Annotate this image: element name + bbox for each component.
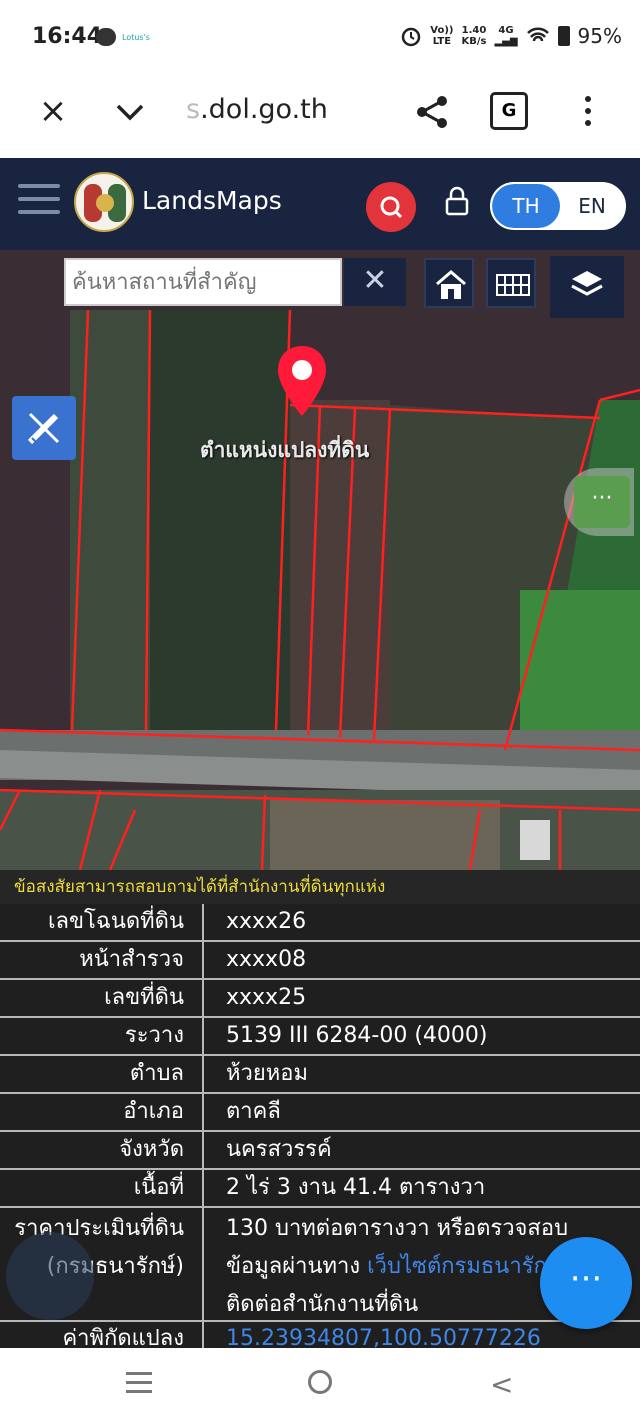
department-logo bbox=[74, 172, 134, 232]
table-row: จังหวัด นครสวรรค์ bbox=[0, 1132, 640, 1170]
wifi-icon bbox=[526, 27, 549, 42]
table-row: เลขโฉนดที่ดิน xxxx26 bbox=[0, 904, 640, 942]
table-row: เลขที่ดิน xxxx25 bbox=[0, 980, 640, 1018]
chat-notification-icon bbox=[96, 28, 116, 46]
row-value: นครสวรรค์ bbox=[226, 1137, 332, 1162]
row-value: ตาคลี bbox=[226, 1099, 281, 1124]
status-bar: 16:44 Lotus's Vo)) LTE 1.40 KB/s 4G ▂▄▆ 95% bbox=[0, 0, 640, 78]
volte-indicator: Vo)) LTE bbox=[430, 25, 454, 47]
layers-button[interactable] bbox=[550, 256, 624, 318]
row-label: เลขโฉนดที่ดิน bbox=[0, 904, 204, 940]
translate-icon[interactable]: G bbox=[490, 92, 528, 130]
grid-icon bbox=[496, 274, 530, 296]
info-notice: ข้อสงสัยสามารถสอบถามได้ที่สำนักงานที่ดิน… bbox=[0, 870, 640, 904]
row-value: xxxx08 bbox=[226, 947, 307, 972]
chevron-down-icon[interactable] bbox=[112, 96, 148, 126]
table-row: ระวาง 5139 III 6284-00 (4000) bbox=[0, 1018, 640, 1056]
layers-icon bbox=[571, 271, 603, 296]
system-nav-bar: < bbox=[0, 1348, 640, 1416]
row-label: ระวาง bbox=[0, 1018, 204, 1054]
row-value: 5139 III 6284-00 (4000) bbox=[226, 1023, 488, 1048]
side-panel-toggle[interactable]: ··· bbox=[564, 468, 634, 536]
battery-icon bbox=[557, 26, 570, 46]
lang-th-button[interactable]: TH bbox=[492, 184, 560, 228]
language-toggle: TH EN bbox=[490, 182, 626, 230]
lock-icon[interactable] bbox=[444, 186, 470, 216]
background-fab bbox=[6, 1232, 94, 1320]
row-label: หน้าสำรวจ bbox=[0, 942, 204, 978]
location-pin-icon[interactable] bbox=[274, 344, 330, 420]
home-button[interactable] bbox=[424, 258, 474, 308]
home-nav-icon[interactable] bbox=[308, 1370, 332, 1394]
search-button[interactable] bbox=[366, 182, 416, 232]
ruler-pencil-icon bbox=[27, 412, 60, 445]
table-row: หน้าสำรวจ xxxx08 bbox=[0, 942, 640, 980]
battery-level: 95% bbox=[577, 24, 622, 48]
place-search-box bbox=[64, 258, 342, 306]
more-options-icon[interactable] bbox=[576, 92, 600, 132]
clear-search-button[interactable]: ✕ bbox=[344, 258, 406, 306]
map-view[interactable]: ✕ ตำแหน่งแปลงที่ดิน ··· bbox=[0, 250, 640, 870]
satellite-map bbox=[0, 250, 640, 870]
place-search-input[interactable] bbox=[66, 260, 340, 304]
alarm-icon bbox=[402, 27, 421, 47]
url-bar[interactable]: s.dol.go.th bbox=[186, 94, 328, 125]
table-row: เนื้อที่ 2 ไร่ 3 งาน 41.4 ตารางวา bbox=[0, 1170, 640, 1208]
lang-en-button[interactable]: EN bbox=[560, 184, 624, 228]
close-tab-button[interactable]: × bbox=[36, 94, 70, 128]
lotus-notification-icon: Lotus's bbox=[122, 33, 150, 42]
table-row: อำเภอ ตาคลี bbox=[0, 1094, 640, 1132]
browser-toolbar: × s.dol.go.th G bbox=[0, 78, 640, 158]
row-value: ห้วยหอม bbox=[226, 1061, 308, 1086]
table-row: ตำบล ห้วยหอม bbox=[0, 1056, 640, 1094]
share-icon[interactable] bbox=[412, 92, 452, 132]
row-label: ตำบล bbox=[0, 1056, 204, 1092]
row-label: อำเภอ bbox=[0, 1094, 204, 1130]
grid-button[interactable] bbox=[486, 258, 536, 308]
network-speed: 1.40 KB/s bbox=[461, 25, 487, 47]
back-icon[interactable]: < bbox=[490, 1368, 513, 1401]
pin-label: ตำแหน่งแปลงที่ดิน bbox=[200, 438, 370, 462]
row-label: เนื้อที่ bbox=[0, 1170, 204, 1206]
chat-fab-button[interactable]: ··· bbox=[540, 1237, 632, 1329]
search-icon bbox=[380, 196, 403, 219]
row-label: จังหวัด bbox=[0, 1132, 204, 1168]
brand-title: LandsMaps bbox=[142, 186, 282, 215]
recent-apps-icon[interactable] bbox=[126, 1372, 152, 1393]
treasury-website-link[interactable]: เว็บไซต์กรมธนารักษ์ bbox=[367, 1254, 561, 1279]
signal-icon: 4G ▂▄▆ bbox=[494, 25, 518, 47]
row-value: 2 ไร่ 3 งาน 41.4 ตารางวา bbox=[226, 1175, 486, 1200]
row-value: xxxx25 bbox=[226, 985, 307, 1010]
status-time: 16:44 bbox=[32, 24, 103, 49]
app-header: LandsMaps TH EN bbox=[0, 158, 640, 250]
home-icon bbox=[436, 270, 466, 299]
status-indicators: Vo)) LTE 1.40 KB/s 4G ▂▄▆ 95% bbox=[400, 24, 622, 48]
row-value: xxxx26 bbox=[226, 909, 307, 934]
more-icon: ··· bbox=[574, 476, 630, 528]
row-label: เลขที่ดิน bbox=[0, 980, 204, 1016]
menu-icon[interactable] bbox=[18, 184, 60, 216]
draw-tool-button[interactable] bbox=[12, 396, 76, 460]
